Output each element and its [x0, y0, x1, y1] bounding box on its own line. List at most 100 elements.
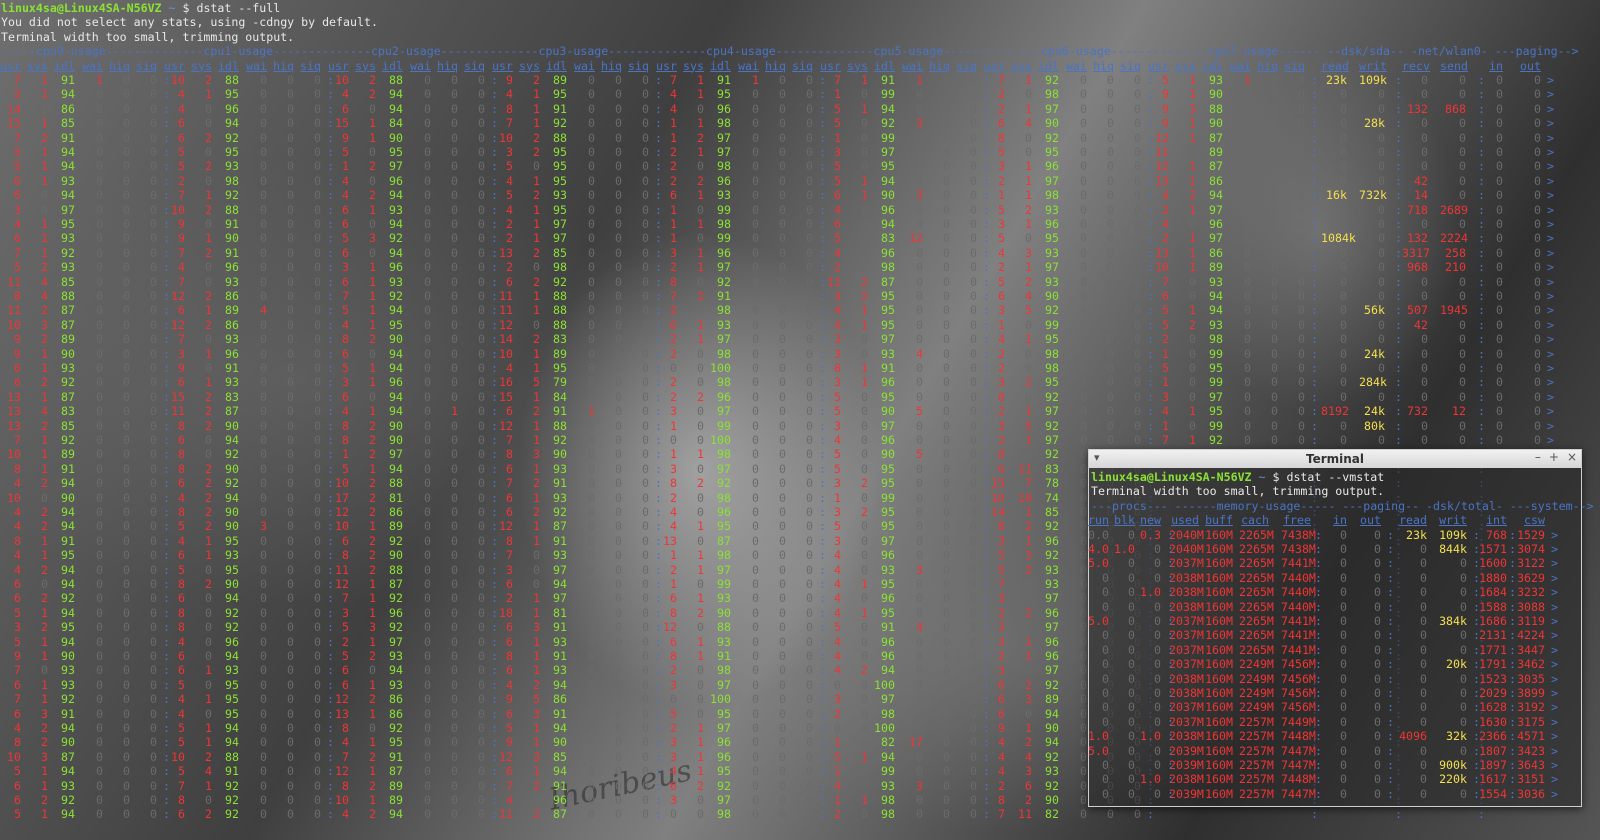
- table-cell: 0: [260, 361, 267, 375]
- table-cell: 0: [642, 735, 649, 750]
- column-separator: :: [819, 721, 826, 735]
- table-cell: 0: [287, 159, 294, 174]
- table-cell: 0: [150, 749, 157, 764]
- table-cell: 0: [943, 231, 950, 246]
- table-cell: 2: [205, 505, 212, 519]
- table-cell: 0: [424, 159, 431, 174]
- table-cell: 0: [1374, 527, 1381, 542]
- column-separator: :: [1387, 743, 1394, 758]
- column-separator: :: [1478, 188, 1485, 203]
- minimize-button[interactable]: –: [1535, 450, 1541, 464]
- table-cell: 0: [916, 389, 923, 404]
- table-cell: 0: [1459, 130, 1466, 145]
- table-cell: 94: [389, 346, 403, 361]
- column-separator: :: [655, 130, 662, 145]
- column-separator: :: [163, 505, 170, 519]
- table-cell: 95: [717, 519, 731, 534]
- row-continuation-arrow: >: [1551, 570, 1558, 585]
- table-cell: 2: [533, 188, 540, 203]
- table-cell: 0: [451, 87, 458, 102]
- column-separator: :: [163, 361, 170, 375]
- table-cell: 0: [779, 101, 786, 116]
- table-cell: 90: [717, 605, 731, 620]
- column-separator: :: [1315, 542, 1322, 556]
- table-cell: 0: [806, 764, 813, 779]
- table-cell: 86: [1209, 173, 1223, 188]
- table-cell: 0: [424, 519, 431, 534]
- table-cell: 1: [41, 231, 48, 246]
- table-cell: 0: [588, 289, 595, 303]
- table-cell: 94: [225, 721, 239, 735]
- table-cell: 0: [1107, 159, 1114, 174]
- maximize-button[interactable]: +: [1549, 450, 1559, 464]
- table-cell: 0: [150, 159, 157, 174]
- table-cell: 0: [287, 605, 294, 620]
- table-cell: 98: [717, 346, 731, 361]
- table-cell: 0: [96, 634, 103, 649]
- table-cell: 0: [96, 548, 103, 563]
- table-cell: 0: [1420, 570, 1427, 585]
- table-cell: 0: [1025, 447, 1032, 462]
- table-cell: 0: [861, 649, 868, 663]
- column-separator: :: [327, 87, 334, 102]
- vmstat-terminal-window[interactable]: ▾ Terminal – + × linux4sa@Linux4SA-N56VZ…: [1088, 449, 1594, 807]
- table-cell: 2: [369, 87, 376, 102]
- column-separator: :: [1147, 217, 1154, 231]
- table-cell: 0: [1340, 202, 1347, 217]
- window-menu-icon[interactable]: ▾: [1094, 451, 1100, 464]
- table-cell: 0: [1080, 217, 1087, 231]
- table-cell: 0: [150, 764, 157, 779]
- row-continuation-arrow: >: [1547, 389, 1554, 404]
- table-cell: 0: [806, 87, 813, 102]
- table-cell: 0: [205, 101, 212, 116]
- table-cell: 15: [7, 116, 21, 131]
- column-header: buff: [1205, 513, 1233, 528]
- table-cell: 0: [123, 807, 130, 822]
- table-cell: 0: [943, 303, 950, 318]
- table-cell: 0: [41, 202, 48, 217]
- column-separator: :: [1167, 657, 1174, 672]
- table-cell: 93: [61, 361, 75, 375]
- table-cell: 0: [1298, 231, 1305, 246]
- table-cell: 0: [1534, 418, 1541, 433]
- table-cell: 160M: [1205, 599, 1233, 614]
- table-cell: 0: [916, 519, 923, 534]
- table-cell: 0: [205, 145, 212, 159]
- table-cell: 4: [41, 289, 48, 303]
- table-cell: 91: [553, 404, 567, 419]
- table-cell: 0: [1107, 289, 1114, 303]
- table-cell: 0: [642, 375, 649, 390]
- column-separator: :: [163, 677, 170, 692]
- table-cell: 0: [150, 375, 157, 390]
- table-cell: 0: [424, 505, 431, 519]
- column-separator: :: [327, 73, 334, 87]
- table-cell: 0: [1298, 87, 1305, 102]
- table-cell: 0: [1134, 173, 1141, 188]
- table-cell: 0: [588, 591, 595, 606]
- table-cell: 93: [881, 346, 895, 361]
- table-cell: 87: [61, 749, 75, 764]
- window-titlebar[interactable]: ▾ Terminal – + ×: [1089, 450, 1581, 468]
- table-cell: 98: [553, 260, 567, 275]
- table-cell: 89: [1209, 260, 1223, 275]
- column-separator: :: [327, 404, 334, 419]
- table-cell: 2: [41, 793, 48, 807]
- table-cell: 0: [779, 87, 786, 102]
- close-button[interactable]: ×: [1567, 450, 1577, 464]
- table-cell: 0: [150, 721, 157, 735]
- table-cell: 0: [916, 634, 923, 649]
- table-cell: 0: [260, 433, 267, 447]
- table-cell: 0: [943, 361, 950, 375]
- table-cell: 95: [553, 145, 567, 159]
- table-cell: 1: [205, 375, 212, 390]
- table-cell: 0: [1298, 101, 1305, 116]
- table-cell: 93: [717, 317, 731, 332]
- table-cell: 1: [369, 793, 376, 807]
- table-cell: 0: [642, 461, 649, 476]
- column-separator: :: [163, 375, 170, 390]
- column-header: sys: [1011, 58, 1032, 73]
- column-separator: :: [491, 188, 498, 203]
- table-cell: 5: [14, 634, 21, 649]
- table-cell: 0: [451, 130, 458, 145]
- column-separator: :: [655, 361, 662, 375]
